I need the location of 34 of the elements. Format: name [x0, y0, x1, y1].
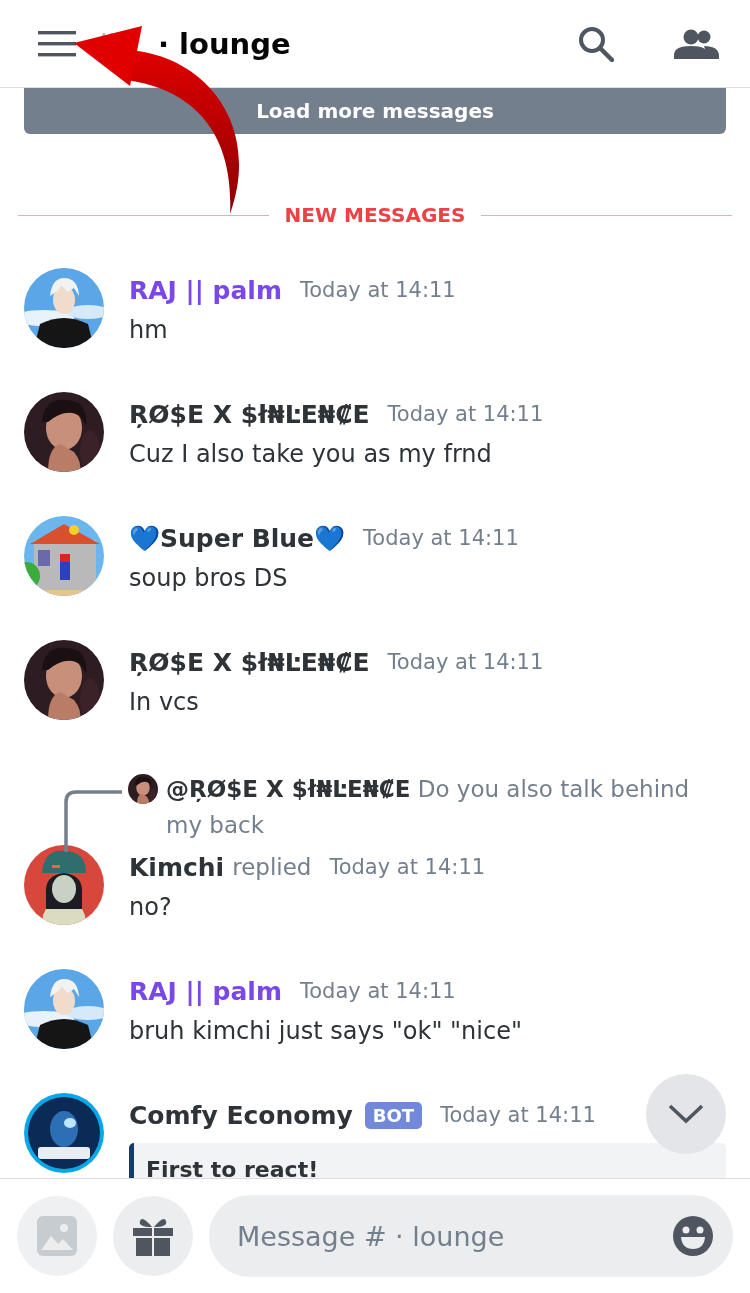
- timestamp: Today at 14:11: [387, 402, 544, 426]
- timestamp: Today at 14:11: [363, 526, 519, 550]
- author-name[interactable]: 💙Super Blue💙: [129, 523, 346, 553]
- message-text: In vcs: [129, 687, 200, 718]
- menu-icon[interactable]: [38, 30, 76, 57]
- timestamp: Today at 14:11: [299, 278, 456, 302]
- load-more-button[interactable]: Load more messages: [24, 88, 726, 134]
- channel-title: · lounge: [158, 26, 291, 61]
- author-name[interactable]: RAJ || palm: [129, 976, 282, 1006]
- image-icon: [37, 1216, 77, 1256]
- message-input[interactable]: Message # · lounge: [209, 1195, 733, 1277]
- chevron-down-icon: [668, 1104, 704, 1124]
- author-name[interactable]: ŖØ$E X $ł₦ĿE₦₡E: [129, 647, 370, 677]
- timestamp: Today at 14:11: [387, 650, 544, 674]
- new-messages-divider: NEW MESSAGES: [284, 203, 466, 227]
- timestamp: Today at 14:11: [329, 855, 486, 879]
- message-text: soup bros DS: [129, 563, 289, 594]
- search-icon[interactable]: [578, 25, 614, 62]
- author-name[interactable]: Comfy Economy: [129, 1100, 353, 1130]
- message-text: hm: [129, 315, 169, 346]
- timestamp: Today at 14:11: [299, 979, 456, 1003]
- author-name[interactable]: Kimchi: [129, 852, 225, 882]
- bot-tag: BOT: [364, 1101, 423, 1129]
- author-name[interactable]: ŖØ$E X $ł₦ĿE₦₡E: [129, 399, 370, 429]
- author-name[interactable]: RAJ || palm: [129, 275, 282, 305]
- replied-label: replied: [232, 854, 312, 880]
- embed-title: First to react!: [146, 1157, 319, 1178]
- emoji-icon[interactable]: [673, 1216, 713, 1256]
- members-icon[interactable]: [674, 28, 720, 59]
- message-text: bruh kimchi just says "ok" "nice": [129, 1016, 523, 1047]
- timestamp: Today at 14:11: [440, 1103, 596, 1127]
- message-text: Cuz I also take you as my frnd: [129, 439, 493, 470]
- message-text: no?: [129, 892, 173, 923]
- reply-connector: [64, 790, 122, 852]
